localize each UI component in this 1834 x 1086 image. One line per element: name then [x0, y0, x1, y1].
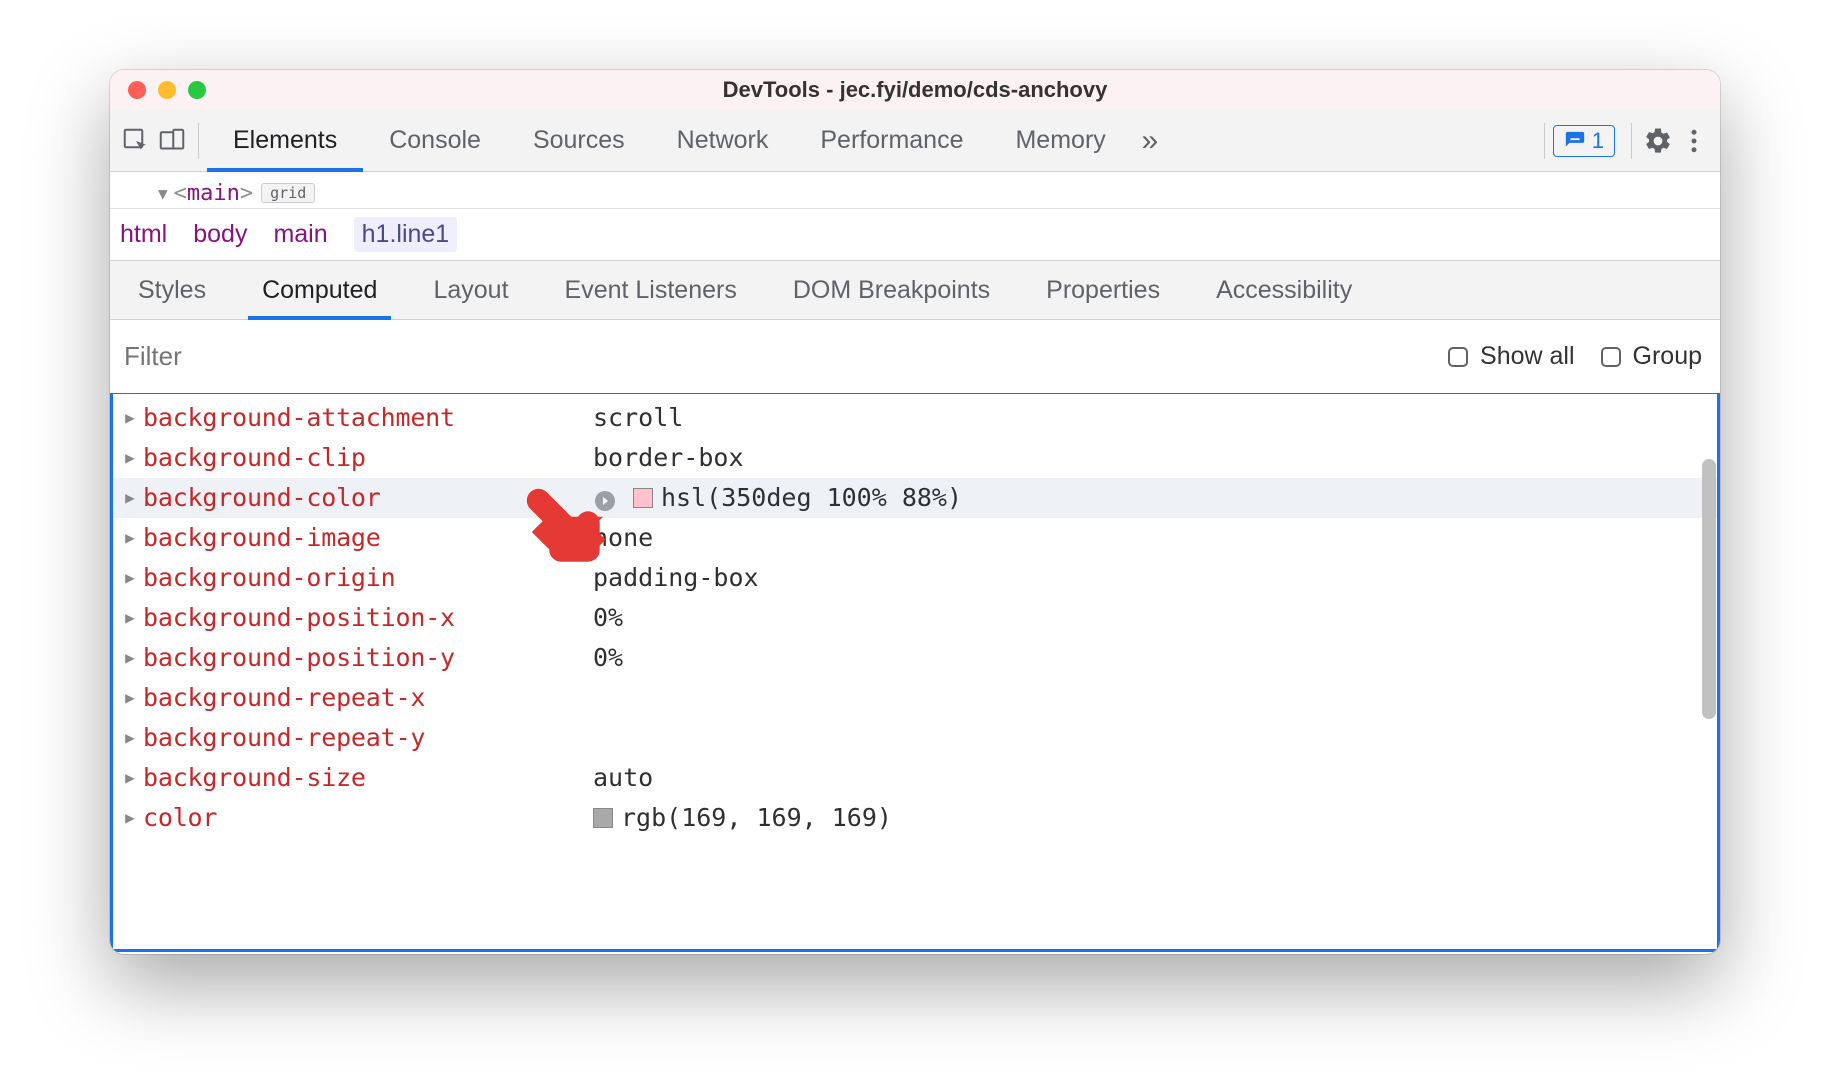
- property-name: background-repeat-y: [143, 718, 593, 758]
- expand-triangle-icon[interactable]: ▶: [123, 558, 137, 598]
- color-swatch-icon[interactable]: [593, 808, 613, 828]
- computed-property-row[interactable]: ▶background-attachmentscroll: [113, 398, 1717, 438]
- subtab-accessibility[interactable]: Accessibility: [1188, 260, 1380, 320]
- expand-triangle-icon[interactable]: ▶: [123, 398, 137, 438]
- expand-triangle-icon[interactable]: ▶: [123, 438, 137, 478]
- filter-input[interactable]: [124, 341, 1422, 372]
- property-value: rgb(169, 169, 169): [593, 798, 892, 838]
- expand-caret-icon[interactable]: ▼: [158, 184, 168, 203]
- tab-performance[interactable]: Performance: [794, 110, 989, 172]
- show-all-checkbox[interactable]: Show all: [1446, 342, 1575, 371]
- expand-triangle-icon[interactable]: ▶: [123, 798, 137, 838]
- kebab-menu-icon[interactable]: [1676, 123, 1712, 159]
- property-name: background-repeat-x: [143, 678, 593, 718]
- expand-triangle-icon[interactable]: ▶: [123, 478, 137, 518]
- subtab-dom-breakpoints[interactable]: DOM Breakpoints: [765, 260, 1018, 320]
- property-name: background-clip: [143, 438, 593, 478]
- color-swatch-icon[interactable]: [633, 488, 653, 508]
- computed-property-row[interactable]: ▶background-position-x0%: [113, 598, 1717, 638]
- property-name: background-color: [143, 478, 593, 518]
- expand-triangle-icon[interactable]: ▶: [123, 518, 137, 558]
- titlebar: DevTools - jec.fyi/demo/cds-anchovy: [110, 70, 1720, 110]
- property-value: none: [593, 518, 653, 558]
- separator: [1631, 123, 1632, 159]
- subtab-layout[interactable]: Layout: [405, 260, 536, 320]
- expand-triangle-icon[interactable]: ▶: [123, 758, 137, 798]
- minimize-icon[interactable]: [158, 81, 176, 99]
- devtools-window: DevTools - jec.fyi/demo/cds-anchovy Elem…: [110, 70, 1720, 954]
- property-value: border-box: [593, 438, 744, 478]
- tab-elements[interactable]: Elements: [207, 110, 363, 172]
- subtab-properties[interactable]: Properties: [1018, 260, 1188, 320]
- breadcrumb-item[interactable]: main: [273, 220, 327, 249]
- tab-memory[interactable]: Memory: [989, 110, 1131, 172]
- grid-badge[interactable]: grid: [261, 183, 315, 203]
- computed-property-row[interactable]: ▶background-repeat-x: [113, 678, 1717, 718]
- breadcrumb-item[interactable]: body: [193, 220, 247, 249]
- styles-sidebar-tabs: StylesComputedLayoutEvent ListenersDOM B…: [110, 260, 1720, 320]
- goto-source-icon[interactable]: [593, 485, 619, 511]
- property-name: background-position-y: [143, 638, 593, 678]
- property-name: background-image: [143, 518, 593, 558]
- property-value: scroll: [593, 398, 683, 438]
- computed-property-row[interactable]: ▶background-originpadding-box: [113, 558, 1717, 598]
- issues-count: 1: [1592, 128, 1604, 154]
- computed-property-row[interactable]: ▶background-repeat-y: [113, 718, 1717, 758]
- property-value: 0%: [593, 598, 623, 638]
- subtab-styles[interactable]: Styles: [110, 260, 234, 320]
- issues-button[interactable]: 1: [1553, 125, 1615, 157]
- property-name: background-origin: [143, 558, 593, 598]
- separator: [1544, 123, 1545, 159]
- main-toolbar: ElementsConsoleSourcesNetworkPerformance…: [110, 110, 1720, 172]
- property-name: background-attachment: [143, 398, 593, 438]
- subtab-event-listeners[interactable]: Event Listeners: [537, 260, 765, 320]
- breadcrumb: html body main h1.line1: [110, 208, 1720, 260]
- computed-property-row[interactable]: ▶background-sizeauto: [113, 758, 1717, 798]
- zoom-icon[interactable]: [188, 81, 206, 99]
- expand-triangle-icon[interactable]: ▶: [123, 598, 137, 638]
- computed-property-row[interactable]: ▶background-position-y0%: [113, 638, 1717, 678]
- property-value: padding-box: [593, 558, 759, 598]
- property-name: color: [143, 798, 593, 838]
- more-panels-icon[interactable]: »: [1132, 123, 1168, 159]
- tab-network[interactable]: Network: [651, 110, 795, 172]
- property-value: hsl(350deg 100% 88%): [593, 478, 962, 518]
- close-icon[interactable]: [128, 81, 146, 99]
- computed-properties-panel: ▶background-attachmentscroll▶background-…: [110, 394, 1720, 952]
- group-checkbox[interactable]: Group: [1599, 342, 1702, 371]
- expand-triangle-icon[interactable]: ▶: [123, 678, 137, 718]
- device-toolbar-icon[interactable]: [154, 123, 190, 159]
- computed-property-row[interactable]: ▶background-colorhsl(350deg 100% 88%): [113, 478, 1717, 518]
- traffic-lights: [110, 81, 206, 99]
- separator: [198, 123, 199, 159]
- filter-row: Show all Group: [110, 320, 1720, 394]
- settings-icon[interactable]: [1640, 123, 1676, 159]
- computed-property-row[interactable]: ▶background-imagenone: [113, 518, 1717, 558]
- inspect-element-icon[interactable]: [118, 123, 154, 159]
- property-name: background-size: [143, 758, 593, 798]
- breadcrumb-item[interactable]: html: [120, 220, 167, 249]
- tab-console[interactable]: Console: [363, 110, 507, 172]
- property-value: 0%: [593, 638, 623, 678]
- computed-property-row[interactable]: ▶colorrgb(169, 169, 169): [113, 798, 1717, 838]
- scrollbar-thumb[interactable]: [1702, 459, 1716, 719]
- breadcrumb-item[interactable]: h1.line1: [354, 217, 458, 252]
- property-name: background-position-x: [143, 598, 593, 638]
- expand-triangle-icon[interactable]: ▶: [123, 638, 137, 678]
- tab-sources[interactable]: Sources: [507, 110, 651, 172]
- expand-triangle-icon[interactable]: ▶: [123, 718, 137, 758]
- window-title: DevTools - jec.fyi/demo/cds-anchovy: [110, 77, 1720, 103]
- computed-property-row[interactable]: ▶background-clipborder-box: [113, 438, 1717, 478]
- subtab-computed[interactable]: Computed: [234, 260, 405, 320]
- dom-tag: main: [187, 181, 240, 206]
- dom-tree-row[interactable]: ▼ <main> grid: [110, 178, 1720, 208]
- property-value: auto: [593, 758, 653, 798]
